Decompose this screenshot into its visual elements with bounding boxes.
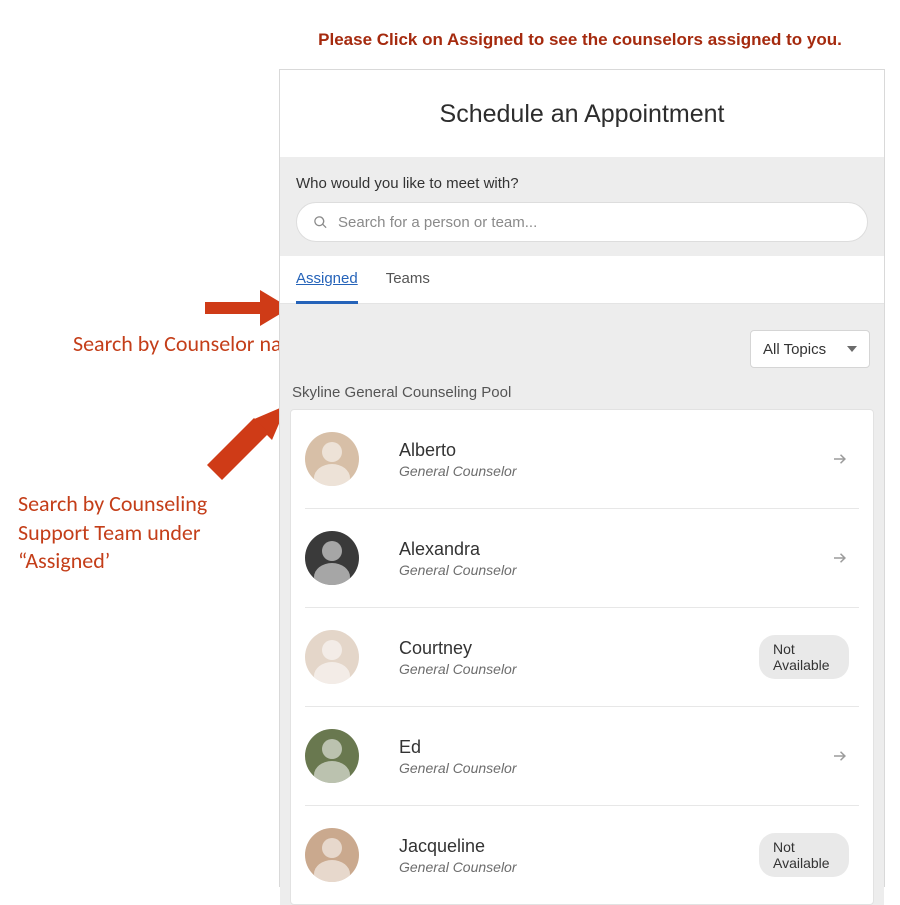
topic-dropdown-label: All Topics — [763, 341, 826, 358]
search-input[interactable] — [338, 214, 851, 231]
row-action — [759, 549, 859, 567]
counselor-row[interactable]: Alexandra General Counselor — [305, 509, 859, 608]
counselor-role: General Counselor — [399, 463, 739, 479]
search-label: Who would you like to meet with? — [296, 175, 868, 192]
avatar — [305, 630, 359, 684]
arrow-to-pool-title — [207, 405, 287, 480]
appointment-panel: Schedule an Appointment Who would you li… — [279, 69, 885, 887]
avatar — [305, 828, 359, 882]
avatar — [305, 432, 359, 486]
counselor-role: General Counselor — [399, 661, 739, 677]
arrow-right-icon[interactable] — [831, 549, 849, 567]
filter-row: All Topics — [280, 304, 884, 380]
annotation-counseling-team: Search by Counseling Support Team under … — [18, 490, 268, 576]
avatar — [305, 531, 359, 585]
page-title: Schedule an Appointment — [280, 70, 884, 157]
counselor-name: Alberto — [399, 440, 739, 461]
search-field-wrapper[interactable] — [296, 202, 868, 242]
counselor-role: General Counselor — [399, 859, 739, 875]
status-not-available: Not Available — [759, 635, 849, 679]
counselor-row[interactable]: Courtney General Counselor Not Available — [305, 608, 859, 707]
status-not-available: Not Available — [759, 833, 849, 877]
counselor-row[interactable]: Jacqueline General Counselor Not Available — [305, 806, 859, 904]
counselor-info: Courtney General Counselor — [379, 638, 739, 677]
pool-title: Skyline General Counseling Pool — [290, 380, 874, 409]
tab-assigned[interactable]: Assigned — [296, 270, 358, 304]
search-section: Who would you like to meet with? — [280, 157, 884, 256]
counselor-name: Courtney — [399, 638, 739, 659]
counselor-name: Alexandra — [399, 539, 739, 560]
counselor-name: Jacqueline — [399, 836, 739, 857]
counselor-info: Jacqueline General Counselor — [379, 836, 739, 875]
counselor-info: Alberto General Counselor — [379, 440, 739, 479]
counselor-row[interactable]: Ed General Counselor — [305, 707, 859, 806]
counselor-name: Ed — [399, 737, 739, 758]
row-action — [759, 450, 859, 468]
instruction-text: Please Click on Assigned to see the coun… — [0, 30, 900, 50]
arrow-right-icon[interactable] — [831, 450, 849, 468]
counselor-info: Alexandra General Counselor — [379, 539, 739, 578]
avatar — [305, 729, 359, 783]
counselor-role: General Counselor — [399, 760, 739, 776]
chevron-down-icon — [847, 346, 857, 352]
row-action: Not Available — [759, 833, 859, 877]
tab-teams[interactable]: Teams — [386, 270, 430, 303]
arrow-right-icon[interactable] — [831, 747, 849, 765]
counselor-row[interactable]: Alberto General Counselor — [305, 410, 859, 509]
row-action — [759, 747, 859, 765]
counselor-list: Alberto General Counselor Alexandra General… — [290, 409, 874, 905]
search-icon — [313, 215, 328, 230]
counselor-info: Ed General Counselor — [379, 737, 739, 776]
annotation-counselor-name: Search by Counselor name — [73, 330, 310, 359]
pool-section: Skyline General Counseling Pool Alberto G… — [280, 380, 884, 905]
row-action: Not Available — [759, 635, 859, 679]
arrow-to-assigned-tab — [205, 290, 290, 326]
topic-dropdown[interactable]: All Topics — [750, 330, 870, 368]
counselor-role: General Counselor — [399, 562, 739, 578]
tabs-bar: Assigned Teams — [280, 256, 884, 304]
